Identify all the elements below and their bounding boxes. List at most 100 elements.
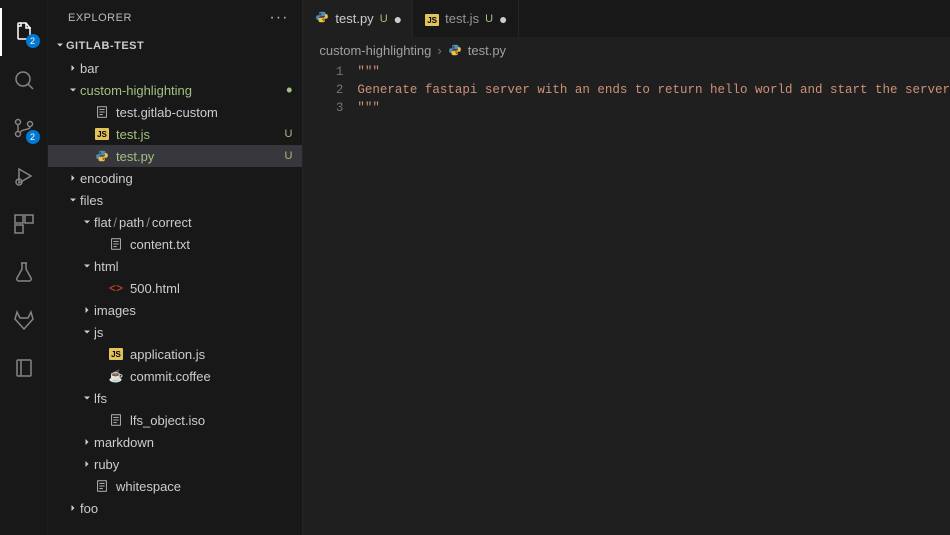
python-icon: [94, 148, 110, 164]
tree-folder[interactable]: bar: [48, 57, 302, 79]
editor-area: test.pyU● JS test.js U ● custom-highlighting…: [303, 0, 950, 535]
tree-item-label: test.gitlab-custom: [116, 105, 292, 120]
tree-file[interactable]: test.gitlab-custom: [48, 101, 302, 123]
tree-file[interactable]: content.txt: [48, 233, 302, 255]
gitlab-icon: [12, 308, 36, 332]
tree-file[interactable]: whitespace: [48, 475, 302, 497]
javascript-icon: JS: [108, 346, 124, 362]
code-line[interactable]: """: [357, 63, 950, 81]
chevron-right-icon: ›: [437, 43, 441, 58]
tree-folder[interactable]: images: [48, 299, 302, 321]
editor-tab[interactable]: test.pyU●: [303, 0, 413, 37]
chevron-down-icon: [66, 84, 80, 96]
activity-gitlab[interactable]: [0, 296, 48, 344]
tab-label: test.py: [335, 11, 373, 26]
chevron-right-icon: [66, 502, 80, 514]
tree-file[interactable]: <> 500.html: [48, 277, 302, 299]
breadcrumb-segment[interactable]: test.py: [468, 43, 506, 58]
code-line[interactable]: """: [357, 99, 950, 117]
html-icon: <>: [108, 280, 124, 296]
line-gutter: 123: [303, 63, 357, 535]
file-icon: [108, 412, 124, 428]
tree-file[interactable]: JS application.js: [48, 343, 302, 365]
tree-folder[interactable]: files: [48, 189, 302, 211]
tree-item-label: js: [94, 325, 292, 340]
tab-label: test.js: [445, 11, 479, 26]
tree-folder[interactable]: js: [48, 321, 302, 343]
activity-testing[interactable]: [0, 248, 48, 296]
sidebar-title: EXPLORER: [68, 12, 132, 24]
tab-dirty-icon: ●: [499, 11, 507, 27]
flask-icon: [12, 260, 36, 284]
sidebar-header: EXPLORER ···: [48, 0, 302, 35]
line-number: 1: [303, 63, 343, 81]
sidebar-more-icon[interactable]: ···: [269, 9, 288, 27]
tree-file[interactable]: lfs_object.iso: [48, 409, 302, 431]
javascript-icon: JS: [94, 126, 110, 142]
file-icon: [108, 236, 124, 252]
code-area[interactable]: 123 """Generate fastapi server with an e…: [303, 63, 950, 535]
line-number: 2: [303, 81, 343, 99]
chevron-right-icon: [80, 458, 94, 470]
tree-file[interactable]: ☕ commit.coffee: [48, 365, 302, 387]
activity-source-control[interactable]: 2: [0, 104, 48, 152]
tree-item-label: encoding: [80, 171, 292, 186]
activity-search[interactable]: [0, 56, 48, 104]
tree-file[interactable]: test.pyU: [48, 145, 302, 167]
chevron-down-icon: [80, 326, 94, 338]
tree-item-label: flat/path/correct: [94, 215, 292, 230]
sidebar-section-header[interactable]: GITLAB-TEST: [48, 35, 302, 57]
tree-item-label: lfs: [94, 391, 292, 406]
tree-item-label: lfs_object.iso: [130, 413, 292, 428]
tree-file[interactable]: JStest.jsU: [48, 123, 302, 145]
activity-explorer[interactable]: 2: [0, 8, 48, 56]
tree-folder[interactable]: markdown: [48, 431, 302, 453]
code-content[interactable]: """Generate fastapi server with an ends …: [357, 63, 950, 535]
editor-tab[interactable]: JS test.js U ●: [413, 0, 518, 37]
chevron-down-icon: [80, 216, 94, 228]
chevron-right-icon: [80, 436, 94, 448]
python-icon: [315, 10, 329, 27]
git-status-badge: U: [284, 150, 292, 162]
tree-folder[interactable]: ruby: [48, 453, 302, 475]
debug-icon: [12, 164, 36, 188]
breadcrumbs[interactable]: custom-highlighting › test.py: [303, 37, 950, 63]
tree-folder[interactable]: html: [48, 255, 302, 277]
tree-folder[interactable]: flat/path/correct: [48, 211, 302, 233]
chevron-right-icon: [66, 172, 80, 184]
tree-item-label: application.js: [130, 347, 292, 362]
tab-git-status: U: [485, 13, 493, 25]
extensions-icon: [12, 212, 36, 236]
tree-item-label: images: [94, 303, 292, 318]
tree-item-label: bar: [80, 61, 292, 76]
tree-folder[interactable]: encoding: [48, 167, 302, 189]
section-label: GITLAB-TEST: [66, 40, 144, 52]
tree-item-label: whitespace: [116, 479, 292, 494]
tree-item-label: content.txt: [130, 237, 292, 252]
tree-folder[interactable]: custom-highlighting•: [48, 79, 302, 101]
tab-dirty-icon: ●: [394, 11, 402, 27]
search-icon: [12, 68, 36, 92]
activity-run-debug[interactable]: [0, 152, 48, 200]
coffee-icon: ☕: [108, 368, 124, 384]
tree-item-label: commit.coffee: [130, 369, 292, 384]
tree-item-label: foo: [80, 501, 292, 516]
code-line[interactable]: Generate fastapi server with an ends to …: [357, 81, 950, 99]
editor-tabs: test.pyU● JS test.js U ●: [303, 0, 950, 37]
chevron-down-icon: [80, 260, 94, 272]
tree-item-label: 500.html: [130, 281, 292, 296]
activity-bar: 2 2: [0, 0, 48, 535]
tree-item-label: ruby: [94, 457, 292, 472]
activity-other[interactable]: [0, 344, 48, 392]
tree-folder[interactable]: foo: [48, 497, 302, 519]
javascript-icon: JS: [425, 11, 439, 27]
activity-extensions[interactable]: [0, 200, 48, 248]
chevron-right-icon: [66, 62, 80, 74]
tree-folder[interactable]: lfs: [48, 387, 302, 409]
explorer-sidebar: EXPLORER ··· GITLAB-TEST bar custom-highl…: [48, 0, 303, 535]
tree-item-label: markdown: [94, 435, 292, 450]
file-tree: bar custom-highlighting• test.gitlab-custo…: [48, 57, 302, 535]
breadcrumb-segment[interactable]: custom-highlighting: [319, 43, 431, 58]
tree-item-label: test.js: [116, 127, 280, 142]
tree-item-label: files: [80, 193, 292, 208]
